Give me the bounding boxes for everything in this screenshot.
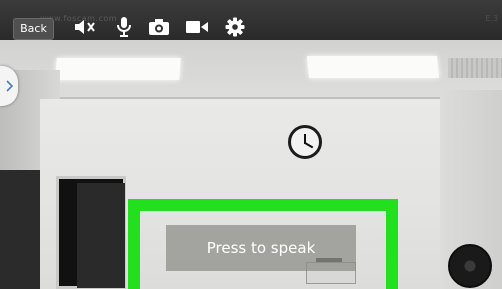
camera-viewer: www.foscam.com E.3 Back Press to speak: [0, 0, 502, 289]
back-button[interactable]: Back: [13, 18, 54, 40]
settings-gear-icon[interactable]: [222, 14, 248, 40]
dark-room: [0, 170, 40, 289]
ceiling-light: [55, 58, 181, 80]
wall-clock: [288, 125, 322, 159]
speaker-muted-icon[interactable]: [72, 14, 98, 40]
video-camera-icon[interactable]: [184, 14, 210, 40]
press-to-speak-button[interactable]: Press to speak: [166, 225, 356, 271]
ceiling-vent: [448, 58, 502, 78]
camera-icon[interactable]: [146, 14, 172, 40]
microphone-icon[interactable]: [111, 14, 137, 40]
watermark-version: E.3: [485, 14, 498, 23]
doorway: [56, 176, 126, 289]
press-to-speak-label: Press to speak: [206, 239, 316, 257]
floor-fan: [448, 244, 492, 288]
ceiling-light: [306, 56, 440, 78]
chevron-right-icon: [6, 80, 13, 92]
top-toolbar: www.foscam.com E.3 Back: [0, 0, 502, 40]
